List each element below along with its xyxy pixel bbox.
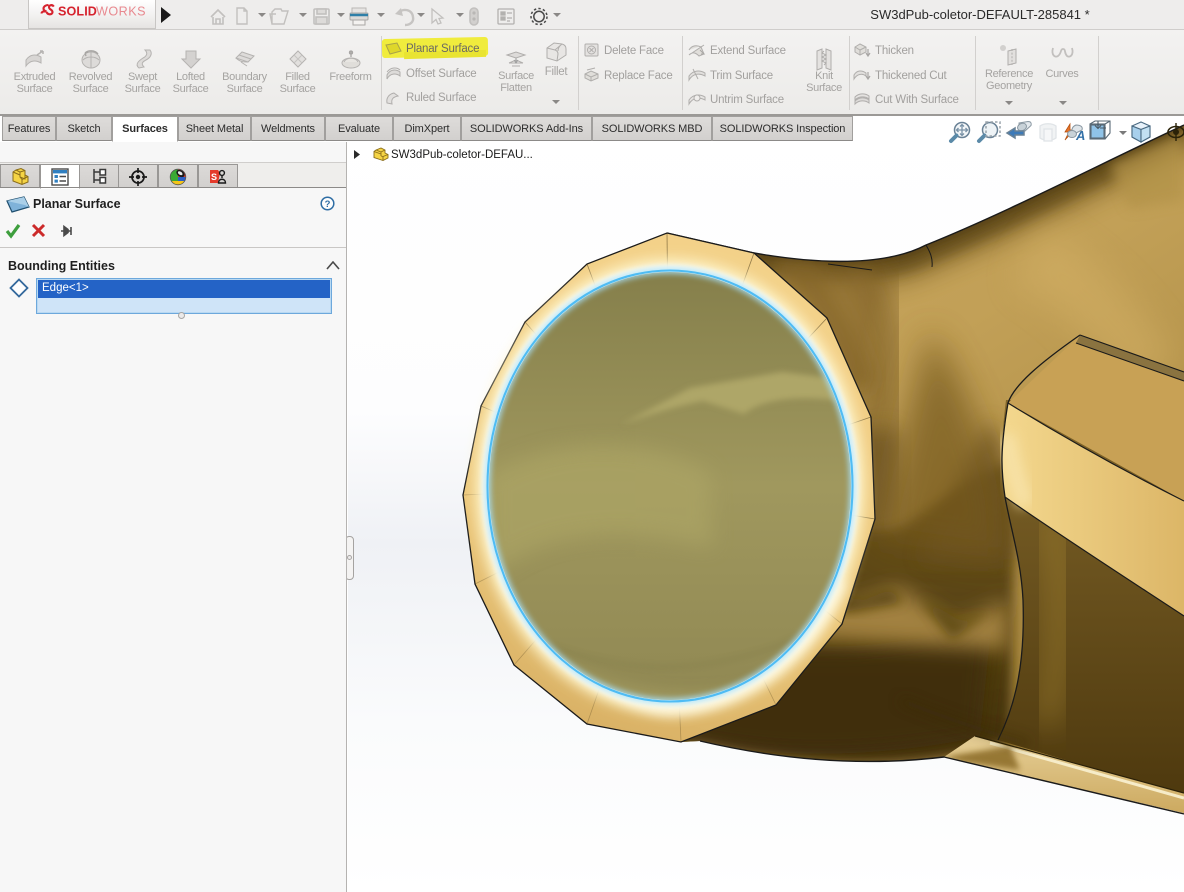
svg-text:SOLID: SOLID <box>58 5 97 19</box>
svg-text:WORKS: WORKS <box>96 5 146 19</box>
svg-text:A: A <box>1075 128 1085 143</box>
svg-text:?: ? <box>325 199 331 210</box>
svg-text:S: S <box>211 172 217 182</box>
